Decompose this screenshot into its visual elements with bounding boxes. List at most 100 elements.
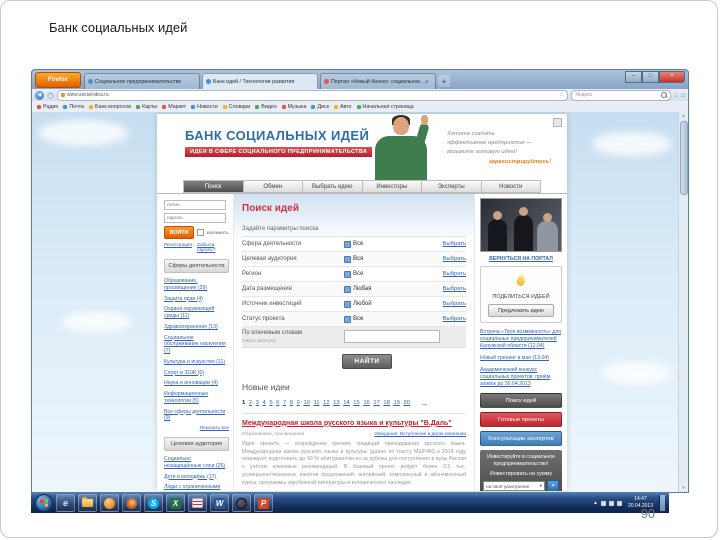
choose-link[interactable]: Выбрать: [443, 271, 466, 277]
bookmark-item[interactable]: Маркет: [162, 104, 186, 110]
login-button[interactable]: ВОЙТИ: [164, 226, 194, 239]
propose-idea-button[interactable]: Предложить идею: [488, 304, 554, 317]
search-ideas-button[interactable]: Поиск идей: [480, 393, 562, 409]
maximize-button[interactable]: □: [642, 71, 659, 83]
audience-category-link[interactable]: Социально незащищённые слои (25): [164, 456, 229, 470]
minimize-button[interactable]: –: [625, 71, 642, 83]
keywords-input[interactable]: [344, 330, 440, 344]
page-link[interactable]: 20: [404, 400, 410, 406]
sphere-category-link[interactable]: Защита прав (4): [164, 296, 229, 303]
back-to-portal-link[interactable]: ВЕРНУТЬСЯ НА ПОРТАЛ: [480, 256, 562, 262]
bookmark-item[interactable]: Словари: [222, 104, 250, 110]
media-player-icon[interactable]: [100, 494, 119, 512]
page-link[interactable]: 8: [290, 400, 293, 406]
forward-icon[interactable]: ▶: [47, 91, 54, 99]
bookmark-star-icon[interactable]: ☆: [559, 92, 564, 98]
sphere-category-link[interactable]: Охрана окружающей среды (11): [164, 306, 229, 320]
internet-explorer-icon[interactable]: e: [56, 494, 75, 512]
idea-expectations-link[interactable]: Ожидания: Вступление в долю компании: [374, 432, 466, 437]
bookmark-item[interactable]: Авто: [333, 104, 352, 110]
excel-icon[interactable]: X: [166, 494, 185, 512]
bookmark-item[interactable]: Диск: [311, 104, 329, 110]
skype-icon[interactable]: S: [144, 494, 163, 512]
sphere-category-link[interactable]: Наука и инновации (4): [164, 380, 229, 387]
page-link[interactable]: 1: [242, 400, 245, 406]
scroll-down-icon[interactable]: ▼: [679, 484, 688, 492]
find-button[interactable]: НАЙТИ: [342, 353, 392, 369]
login-field[interactable]: [164, 200, 226, 210]
search-input[interactable]: Яндекс: [571, 89, 672, 101]
choose-link[interactable]: Выбрать: [443, 286, 466, 292]
page-link[interactable]: 5: [269, 400, 272, 406]
remember-checkbox[interactable]: [197, 229, 204, 236]
news-link[interactable]: Академический конкурс социальных проекто…: [480, 367, 562, 388]
page-link[interactable]: 2: [249, 400, 252, 406]
sphere-category-link[interactable]: Образование, просвещение (29): [164, 278, 229, 292]
sphere-category-link[interactable]: Социальное обслуживание населения (7): [164, 335, 229, 355]
page-link[interactable]: 18: [383, 400, 389, 406]
tray-flag-icon[interactable]: [600, 500, 606, 506]
bookmark-item[interactable]: Начальная страница: [356, 104, 414, 110]
page-link[interactable]: 12: [323, 400, 329, 406]
site-nav-tab[interactable]: Поиск: [183, 180, 244, 193]
page-link[interactable]: 6: [276, 400, 279, 406]
bookmark-item[interactable]: Видео: [255, 104, 277, 110]
bookmark-item[interactable]: Банк вопросов: [89, 104, 131, 110]
sphere-category-link[interactable]: Все сферы деятельности (9): [164, 409, 229, 423]
forgot-password-link[interactable]: Забыли пароль?: [197, 243, 229, 253]
ready-projects-button[interactable]: Готовые проекты: [480, 412, 562, 428]
firefox-app-button[interactable]: Firefox: [35, 72, 81, 88]
expert-consult-button[interactable]: Консультации экспертов: [480, 431, 562, 447]
sphere-category-link[interactable]: Культура и искусство (11): [164, 359, 229, 366]
tray-network-icon[interactable]: [608, 500, 614, 506]
windows-explorer-icon[interactable]: [78, 494, 97, 512]
news-link[interactable]: Встреча «Твоя возможность» для социальны…: [480, 329, 562, 350]
page-link[interactable]: 11: [314, 400, 320, 406]
back-icon[interactable]: ◀: [35, 90, 44, 100]
pagination-next-arrow[interactable]: →: [421, 399, 429, 408]
header-widget-icon[interactable]: [553, 118, 562, 127]
page-link[interactable]: 13: [333, 400, 339, 406]
page-link[interactable]: 10: [303, 400, 309, 406]
new-tab-button[interactable]: +: [438, 75, 450, 87]
page-link[interactable]: 16: [363, 400, 369, 406]
news-link[interactable]: Новый тренинг в мае (13.04): [480, 355, 562, 362]
sphere-category-link[interactable]: Спорт и ЗОЖ (6): [164, 370, 229, 377]
site-nav-tab[interactable]: Выбрать идею: [303, 180, 363, 193]
browser-globe-icon[interactable]: [232, 494, 251, 512]
bookmark-item[interactable]: Почта: [63, 104, 84, 110]
site-nav-tab[interactable]: Новости: [481, 180, 541, 193]
password-field[interactable]: [164, 213, 226, 223]
tray-expand-icon[interactable]: ▲: [593, 500, 598, 506]
show-desktop-button[interactable]: [659, 495, 665, 511]
idea-title-link[interactable]: Международная школа русского языка и кул…: [242, 419, 466, 428]
page-link[interactable]: 15: [353, 400, 359, 406]
close-button[interactable]: ×: [659, 71, 685, 83]
site-nav-tab[interactable]: Инвесторы: [362, 180, 422, 193]
download-icon[interactable]: ↓: [674, 92, 678, 99]
start-button[interactable]: [35, 494, 53, 512]
browser-tab[interactable]: Банк идей / Технологии развития: [202, 73, 318, 89]
choose-link[interactable]: Выбрать: [443, 241, 466, 247]
browser-tab[interactable]: Социальное предпринимательство: [84, 73, 200, 89]
invest-go-button[interactable]: »: [547, 480, 559, 491]
site-nav-tab[interactable]: Эксперты: [422, 180, 482, 193]
firefox-icon[interactable]: [122, 494, 141, 512]
scrollbar-thumb[interactable]: [680, 121, 688, 195]
invest-amount-select[interactable]: на своё усмотрение ▾: [483, 481, 545, 491]
page-link[interactable]: 7: [283, 400, 286, 406]
word-icon[interactable]: W: [210, 494, 229, 512]
page-link[interactable]: 14: [343, 400, 349, 406]
page-link[interactable]: 3: [256, 400, 259, 406]
url-bar[interactable]: www.social-idea.ru ☆: [57, 89, 569, 101]
page-link[interactable]: 4: [262, 400, 265, 406]
bookmark-item[interactable]: Карты: [136, 104, 157, 110]
choose-link[interactable]: Выбрать: [443, 316, 466, 322]
powerpoint-icon[interactable]: P: [254, 494, 273, 512]
bookmark-item[interactable]: Музыка: [281, 104, 306, 110]
home-icon[interactable]: ⌂: [681, 92, 685, 99]
show-all-link[interactable]: Показать все: [164, 426, 229, 431]
page-link[interactable]: 19: [393, 400, 399, 406]
page-link[interactable]: 17: [373, 400, 379, 406]
browser-tab[interactable]: Портал «Новый бизнес: социальное…»: [320, 73, 436, 89]
